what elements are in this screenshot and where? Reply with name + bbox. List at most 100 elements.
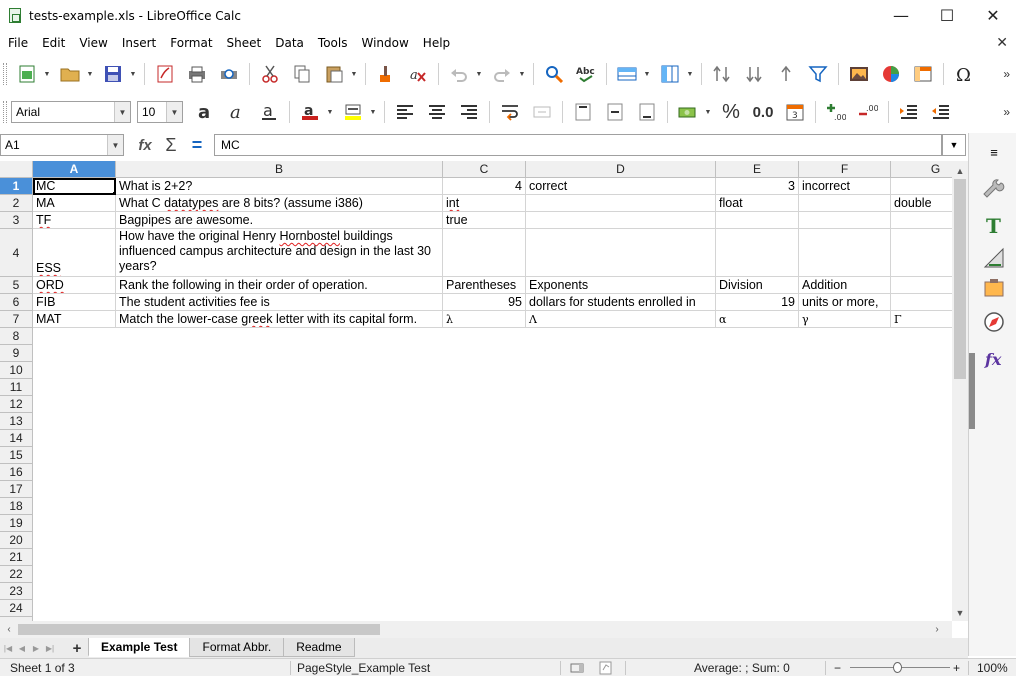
function-wizard-icon[interactable]: fx <box>132 137 158 154</box>
sort-descending-button[interactable] <box>738 59 770 89</box>
row-header[interactable]: 11 <box>0 379 33 396</box>
cell-b5[interactable]: Rank the following in their order of ope… <box>116 277 443 294</box>
add-sheet-button[interactable]: + <box>66 638 88 658</box>
merge-cells-button[interactable] <box>526 97 558 127</box>
new-document-button[interactable] <box>11 59 43 89</box>
cell-g2[interactable]: double <box>891 195 952 212</box>
cell-e2[interactable]: float <box>716 195 799 212</box>
row-header[interactable]: 23 <box>0 583 33 600</box>
cell-g1[interactable] <box>891 178 952 195</box>
row-header[interactable]: 8 <box>0 328 33 345</box>
cell-c6[interactable]: 95 <box>443 294 526 311</box>
column-header-a[interactable]: A <box>33 161 116 178</box>
sidebar-menu-icon[interactable]: ≡ <box>981 139 1007 165</box>
row-header[interactable]: 4 <box>0 229 33 277</box>
page-style[interactable]: PageStyle_Example Test <box>297 659 430 676</box>
close-document-button[interactable]: ✕ <box>996 34 1008 51</box>
row-header[interactable]: 14 <box>0 430 33 447</box>
cell-e1[interactable]: 3 <box>716 178 799 195</box>
align-bottom-button[interactable] <box>631 97 663 127</box>
sort-ascending-button[interactable] <box>770 59 802 89</box>
align-right-button[interactable] <box>453 97 485 127</box>
selection-mode-icon[interactable] <box>570 659 586 676</box>
row-header[interactable]: 1 <box>0 178 33 195</box>
undo-dropdown-arrow[interactable]: ▼ <box>475 59 483 89</box>
font-name-combo[interactable]: Arial ▼ <box>11 101 131 123</box>
menu-sheet[interactable]: Sheet <box>220 36 269 50</box>
menu-window[interactable]: Window <box>354 36 415 50</box>
sheet-tab-example-test[interactable]: Example Test <box>88 638 191 657</box>
menu-view[interactable]: View <box>72 36 114 50</box>
insert-image-button[interactable] <box>843 59 875 89</box>
sheet-tab-format-abbr[interactable]: Format Abbr. <box>189 638 285 657</box>
horizontal-scroll-thumb[interactable] <box>18 624 380 635</box>
maximize-button[interactable]: ☐ <box>924 0 970 31</box>
menu-edit[interactable]: Edit <box>35 36 72 50</box>
underline-button[interactable]: a <box>253 97 285 127</box>
cell-b1[interactable]: What is 2+2? <box>116 178 443 195</box>
row-header[interactable]: 24 <box>0 600 33 617</box>
row-header[interactable]: 10 <box>0 362 33 379</box>
align-left-button[interactable] <box>389 97 421 127</box>
column-header-d[interactable]: D <box>526 161 716 178</box>
row-header[interactable]: 21 <box>0 549 33 566</box>
sum-icon[interactable]: Σ <box>158 135 184 156</box>
row-header[interactable]: 16 <box>0 464 33 481</box>
row-header[interactable]: 13 <box>0 413 33 430</box>
paste-button[interactable] <box>318 59 350 89</box>
cell-e6[interactable]: 19 <box>716 294 799 311</box>
cell-f4[interactable] <box>799 229 891 277</box>
print-button[interactable] <box>181 59 213 89</box>
cell-d6[interactable]: dollars for students enrolled in <box>526 294 716 311</box>
chevron-down-icon[interactable]: ▼ <box>107 135 123 155</box>
cell-a7[interactable]: MAT <box>33 311 116 328</box>
clone-formatting-button[interactable] <box>370 59 402 89</box>
cell-a5[interactable]: ORD <box>33 277 116 294</box>
cell-d2[interactable] <box>526 195 716 212</box>
save-button[interactable] <box>97 59 129 89</box>
highlight-color-button[interactable] <box>337 97 369 127</box>
wrap-text-button[interactable] <box>494 97 526 127</box>
redo-button[interactable] <box>486 59 518 89</box>
special-character-button[interactable]: Ω <box>948 59 980 89</box>
cell-c5[interactable]: Parentheses <box>443 277 526 294</box>
zoom-slider-handle[interactable] <box>893 662 902 673</box>
align-top-button[interactable] <box>567 97 599 127</box>
row-header[interactable]: 12 <box>0 396 33 413</box>
row-header[interactable]: 7 <box>0 311 33 328</box>
toolbar-handle[interactable] <box>3 63 7 85</box>
sidebar-compass-button[interactable] <box>981 309 1007 335</box>
decrease-indent-button[interactable] <box>925 97 957 127</box>
cell-a2[interactable]: MA <box>33 195 116 212</box>
cell-e3[interactable] <box>716 212 799 229</box>
selection-summary[interactable]: Average: ; Sum: 0 <box>694 659 790 676</box>
row-header[interactable]: 6 <box>0 294 33 311</box>
save-dropdown-arrow[interactable]: ▼ <box>129 59 137 89</box>
sidebar-navigator-button[interactable] <box>981 275 1007 301</box>
row-header[interactable]: 15 <box>0 447 33 464</box>
toolbar-handle[interactable] <box>3 101 7 123</box>
menu-format[interactable]: Format <box>163 36 219 50</box>
column-button[interactable] <box>654 59 686 89</box>
zoom-level[interactable]: 100% <box>977 659 1008 676</box>
export-pdf-button[interactable] <box>149 59 181 89</box>
cell-f3[interactable] <box>799 212 891 229</box>
row-header[interactable]: 5 <box>0 277 33 294</box>
sidebar-collapse-handle[interactable] <box>969 353 975 429</box>
cell-b2[interactable]: What C datatypes are 8 bits? (assume i38… <box>116 195 443 212</box>
find-replace-button[interactable] <box>538 59 570 89</box>
font-size-combo[interactable]: 10 ▼ <box>137 101 183 123</box>
cell-c3[interactable]: true <box>443 212 526 229</box>
cell-a1[interactable]: MC <box>33 178 116 195</box>
cell-f2[interactable] <box>799 195 891 212</box>
cell-d1[interactable]: correct <box>526 178 716 195</box>
number-format-button[interactable]: 0.0 <box>747 97 779 127</box>
cell-a6[interactable]: FIB <box>33 294 116 311</box>
cell-c7[interactable]: λ <box>443 311 526 328</box>
pivot-table-button[interactable] <box>907 59 939 89</box>
toolbar-overflow-icon[interactable]: » <box>1003 105 1010 119</box>
zoom-in-button[interactable]: + <box>953 659 960 676</box>
chevron-down-icon[interactable]: ▼ <box>114 102 130 122</box>
row-header[interactable]: 20 <box>0 532 33 549</box>
sort-button[interactable] <box>706 59 738 89</box>
